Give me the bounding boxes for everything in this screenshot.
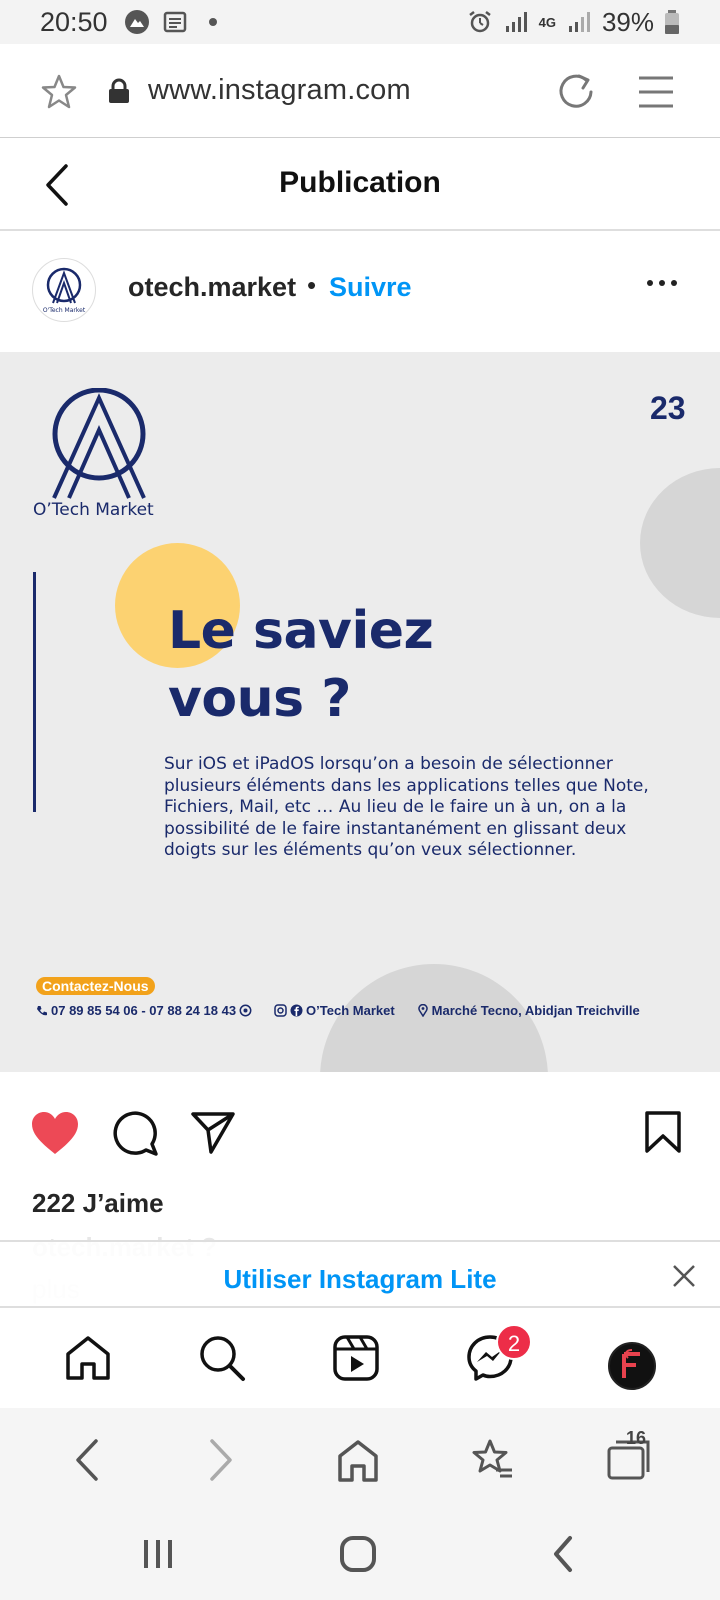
headline: Le saviez vous ? (168, 597, 434, 733)
follow-button[interactable]: Suivre (329, 272, 412, 303)
news-icon (163, 11, 186, 33)
phone-icon (37, 1005, 47, 1015)
use-lite-link[interactable]: Utiliser Instagram Lite (0, 1264, 720, 1295)
brand-name: O’Tech Market (33, 500, 154, 520)
post-body-text: Sur iOS et iPadOS lorsqu’on a besoin de … (164, 754, 649, 860)
messages-badge: 2 (496, 1324, 532, 1360)
ig-header: Publication (0, 139, 720, 231)
location-pin-icon (417, 1004, 428, 1017)
decorative-line (33, 572, 36, 812)
contact-address: Marché Tecno, Abidjan Treichville (431, 1003, 640, 1018)
decorative-circle (320, 964, 548, 1072)
system-nav-bar (0, 1512, 720, 1600)
menu-icon[interactable] (636, 74, 676, 110)
post-actions (0, 1072, 720, 1172)
reload-icon[interactable] (556, 72, 596, 112)
page-title: Publication (279, 166, 441, 199)
lite-banner: Utiliser Instagram Lite (0, 1240, 720, 1308)
battery-icon (665, 10, 679, 34)
instagram-icon (274, 1004, 287, 1017)
ig-bottom-nav: 2 (0, 1310, 720, 1408)
post-number: 23 (650, 390, 686, 426)
forward-arrow-icon[interactable] (206, 1438, 236, 1482)
otech-logo-icon (52, 388, 146, 499)
system-home-icon[interactable] (338, 1534, 378, 1574)
more-options-icon[interactable] (646, 278, 678, 288)
browser-toolbar: www.instagram.com (0, 44, 720, 138)
contact-row: 07 89 85 54 06 - 07 88 24 18 43 O’Tech M… (36, 1003, 640, 1018)
browser-bottom-bar (0, 1408, 720, 1512)
status-bar: 20:50 4G 39% (0, 0, 720, 44)
back-arrow-icon[interactable] (72, 1438, 102, 1482)
alarm-icon (468, 11, 491, 33)
contact-phone: 07 89 85 54 06 - 07 88 24 18 43 (51, 1003, 237, 1018)
bookmarks-icon[interactable] (472, 1438, 516, 1482)
separator-dot: • (307, 270, 317, 300)
battery-percent: 39% (601, 6, 654, 37)
profile-avatar[interactable] (608, 1342, 656, 1390)
post-image[interactable]: O’Tech Market 23 Le saviez vous ? Sur iO… (0, 352, 720, 1072)
post-username[interactable]: otech.market (128, 272, 296, 303)
headline-line: Le saviez (168, 601, 434, 661)
whatsapp-icon (239, 1004, 252, 1017)
status-time: 20:50 (40, 6, 108, 37)
home-icon[interactable] (64, 1334, 112, 1382)
facebook-icon (290, 1004, 303, 1017)
post-avatar[interactable]: O'Tech Market (32, 258, 96, 322)
contact-social: O’Tech Market (306, 1003, 395, 1018)
signal-icon (505, 12, 527, 32)
system-back-icon[interactable] (548, 1534, 578, 1574)
url-bar[interactable]: www.instagram.com (148, 74, 411, 107)
star-icon[interactable] (40, 74, 78, 110)
dot-icon (208, 18, 217, 26)
recent-apps-icon[interactable] (138, 1534, 178, 1574)
lock-icon (109, 78, 129, 103)
bookmark-icon[interactable] (644, 1110, 682, 1154)
network-type: 4G (538, 14, 556, 30)
contact-label: Contactez-Nous (36, 977, 155, 995)
headline-line: vous ? (168, 669, 351, 729)
tabs-count: 16 (625, 1428, 647, 1448)
close-icon[interactable] (672, 1264, 696, 1288)
search-icon[interactable] (198, 1334, 246, 1382)
mountain-icon (124, 10, 149, 34)
post-header: O'Tech Market otech.market • Suivre (0, 232, 720, 352)
likes-count[interactable]: 222 J’aime (32, 1188, 164, 1219)
signal-icon-2 (568, 12, 590, 32)
svg-text:O'Tech Market: O'Tech Market (43, 307, 86, 314)
home-icon[interactable] (336, 1438, 380, 1482)
otech-logo-icon: O'Tech Market (43, 267, 86, 314)
reels-icon[interactable] (332, 1334, 380, 1382)
share-icon[interactable] (190, 1110, 236, 1154)
heart-icon[interactable] (30, 1110, 80, 1156)
comment-icon[interactable] (112, 1110, 158, 1156)
decorative-circle (640, 468, 720, 618)
profile-logo-icon (622, 1349, 640, 1378)
